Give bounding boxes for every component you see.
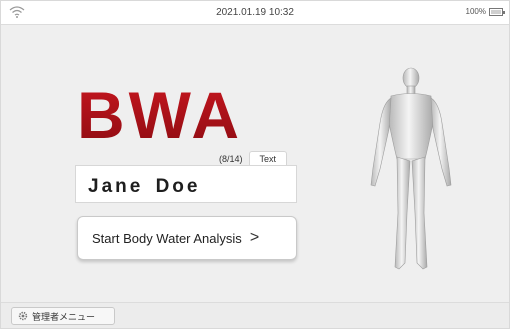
battery-status: 100%: [465, 7, 505, 16]
chevron-right-icon: >: [249, 229, 260, 246]
battery-icon: [489, 7, 505, 16]
human-body-icon: [370, 67, 452, 270]
battery-percent: 100%: [465, 7, 486, 16]
name-input[interactable]: Jane Doe: [75, 165, 297, 203]
bwa-logo: BWA: [77, 83, 243, 141]
datetime-display: 2021.01.19 10:32: [216, 7, 294, 18]
logo-text: BWA: [77, 83, 243, 141]
start-analysis-label: Start Body Water Analysis: [92, 230, 242, 246]
main-screen: 2021.01.19 10:32 100% BWA (8/14) Text Ja…: [0, 0, 510, 329]
admin-menu-label: 管理者メニュー: [32, 311, 96, 322]
status-bar: 2021.01.19 10:32 100%: [1, 1, 509, 25]
char-counter: (8/14): [219, 154, 243, 164]
bottom-bar: 管理者メニュー: [1, 302, 509, 328]
gear-icon: [18, 311, 28, 321]
start-analysis-button[interactable]: Start Body Water Analysis >: [77, 216, 297, 260]
admin-menu-button[interactable]: 管理者メニュー: [11, 307, 115, 325]
